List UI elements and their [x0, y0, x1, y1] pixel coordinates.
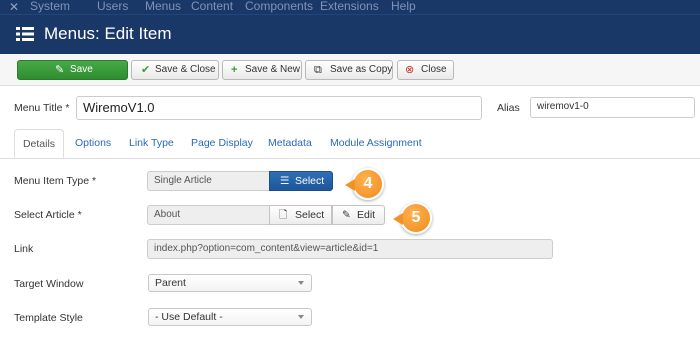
article-select-label: Select [295, 209, 325, 221]
template-style-dropdown[interactable]: - Use Default - [148, 308, 312, 326]
menu-help[interactable]: Help [391, 0, 416, 13]
select-article-label: Select Article * [14, 209, 82, 221]
menu-users[interactable]: Users [97, 0, 128, 13]
menu-components[interactable]: Components [245, 0, 313, 13]
link-label: Link [14, 243, 34, 255]
target-window-value: Parent [155, 277, 186, 289]
save-new-label: Save & New [245, 64, 301, 75]
check-icon: ✔ [141, 64, 151, 76]
list-icon: ☰ [280, 175, 290, 187]
joomla-logo-icon[interactable]: ✕ [8, 1, 20, 13]
list-icon [16, 27, 34, 41]
page-title: Menus: Edit Item [44, 24, 172, 43]
article-edit-button[interactable]: ✎ Edit [332, 205, 385, 225]
menu-item-type-field: Single Article [147, 171, 270, 191]
tab-module-assignment[interactable]: Module Assignment [330, 129, 422, 158]
alias-input[interactable]: wiremov1-0 [530, 97, 695, 118]
article-edit-label: Edit [357, 209, 376, 221]
tab-details[interactable]: Details [14, 129, 64, 158]
edit-icon: ✎ [342, 209, 351, 221]
menu-content[interactable]: Content [191, 0, 233, 13]
callout-4: 4 [345, 168, 384, 200]
save-new-button[interactable]: + Save & New [222, 60, 302, 80]
chevron-down-icon [298, 315, 304, 319]
save-close-button[interactable]: ✔ Save & Close [131, 60, 219, 80]
chevron-down-icon [298, 281, 304, 285]
menu-system[interactable]: System [30, 0, 70, 13]
save-label: Save [70, 64, 93, 75]
copy-icon: ⧉ [314, 64, 322, 76]
callout-5: 5 [393, 202, 432, 234]
save-copy-button[interactable]: ⧉ Save as Copy [305, 60, 393, 80]
tab-bar: Details Options Link Type Page Display M… [0, 129, 700, 159]
link-field: index.php?option=com_content&view=articl… [147, 239, 553, 259]
close-button[interactable]: ⊗ Close [397, 60, 454, 80]
menu-extensions[interactable]: Extensions [320, 0, 379, 13]
callout-pointer [393, 213, 403, 225]
top-menu-bar: ✕ System Users Menus Content Components … [0, 0, 700, 14]
tab-options[interactable]: Options [75, 129, 111, 158]
callout-number: 5 [411, 209, 421, 226]
select-label: Select [295, 175, 325, 187]
menu-menus[interactable]: Menus [145, 0, 181, 13]
toolbar: ✎ Save ✔ Save & Close + Save & New ⧉ Sav… [0, 54, 700, 86]
menu-item-type-select-button[interactable]: ☰ Select [269, 171, 333, 191]
article-field: About [147, 205, 270, 225]
tab-page-display[interactable]: Page Display [191, 129, 253, 158]
menu-title-input[interactable]: WiremoV1.0 [76, 96, 482, 120]
file-icon: 🗋 [279, 209, 288, 221]
alias-label: Alias [497, 102, 520, 114]
tab-link-type[interactable]: Link Type [129, 129, 174, 158]
page-header: Menus: Edit Item [0, 14, 700, 55]
menu-title-label: Menu Title * [14, 102, 70, 114]
close-icon: ⊗ [405, 64, 415, 76]
close-label: Close [421, 64, 447, 75]
article-select-button[interactable]: 🗋 Select [269, 205, 332, 225]
menu-item-type-label: Menu Item Type * [14, 175, 97, 187]
save-close-label: Save & Close [155, 64, 216, 75]
target-window-dropdown[interactable]: Parent [148, 274, 312, 292]
callout-number: 4 [363, 175, 373, 192]
plus-icon: + [231, 64, 238, 76]
save-copy-label: Save as Copy [330, 64, 393, 75]
callout-pointer [345, 179, 355, 191]
template-style-label: Template Style [14, 312, 83, 324]
edit-icon: ✎ [55, 64, 65, 76]
template-style-value: - Use Default - [155, 311, 223, 323]
tab-metadata[interactable]: Metadata [268, 129, 312, 158]
target-window-label: Target Window [14, 278, 84, 290]
save-button[interactable]: ✎ Save [17, 60, 128, 80]
